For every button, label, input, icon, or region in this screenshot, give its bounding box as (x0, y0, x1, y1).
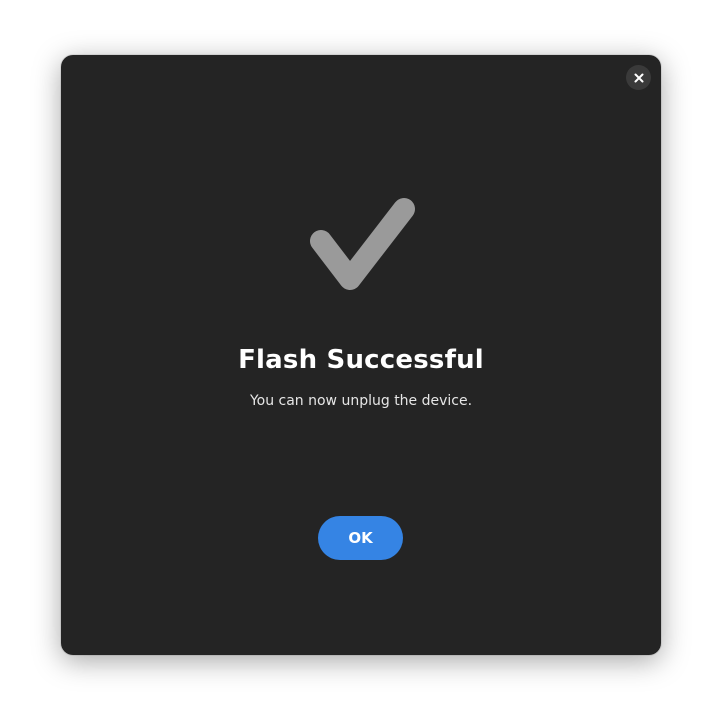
ok-button[interactable]: OK (318, 516, 403, 560)
dialog-message: You can now unplug the device. (249, 393, 473, 409)
dialog-title: Flash Successful (238, 345, 484, 375)
close-icon (634, 73, 644, 83)
checkmark-icon (306, 195, 418, 291)
screen: Flash Successful You can now unplug the … (0, 0, 722, 722)
close-button[interactable] (626, 65, 651, 90)
flash-complete-dialog: Flash Successful You can now unplug the … (61, 55, 661, 655)
